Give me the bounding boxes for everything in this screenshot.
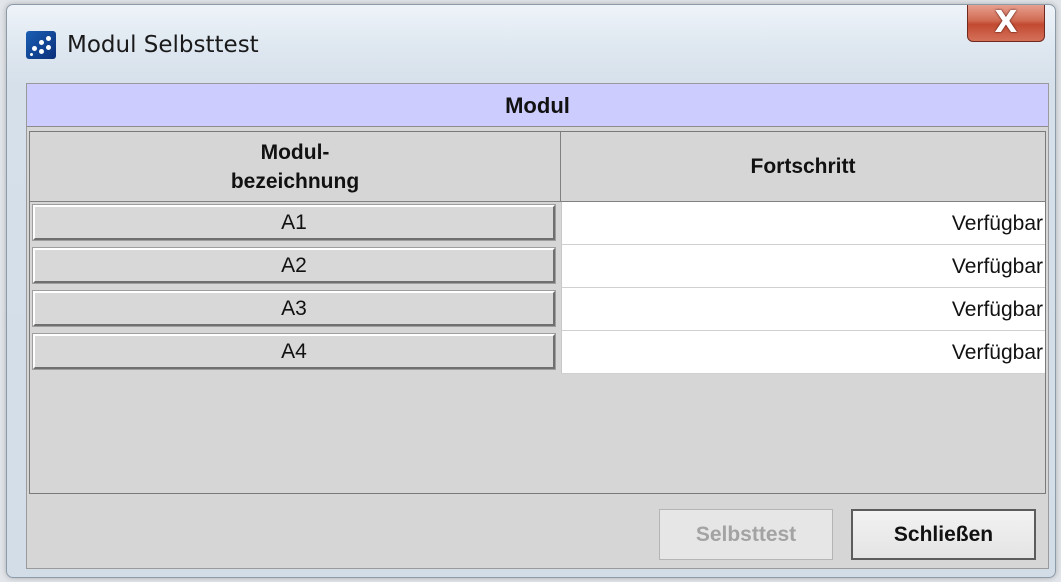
- progress-cell[interactable]: Verfügbar: [561, 202, 1045, 245]
- module-table: Modul- bezeichnung Fortschritt A1 Verfüg…: [29, 131, 1046, 494]
- close-button[interactable]: Schließen: [851, 509, 1036, 560]
- module-name-cell[interactable]: A3: [33, 291, 555, 326]
- progress-cell[interactable]: Verfügbar: [561, 331, 1045, 374]
- window-title: Modul Selbsttest: [67, 32, 259, 58]
- app-dots-icon: [26, 31, 56, 59]
- module-name-cell[interactable]: A1: [33, 205, 555, 240]
- selftest-button[interactable]: Selbsttest: [659, 509, 833, 560]
- column-header-label: Fortschritt: [750, 155, 856, 178]
- group-header: Modul: [27, 84, 1048, 127]
- dialog-window: Modul Selbsttest X Modul Modul- bezeichn…: [6, 4, 1056, 578]
- progress-cell[interactable]: Verfügbar: [561, 245, 1045, 288]
- table-row[interactable]: A1 Verfügbar: [30, 202, 1045, 245]
- table-row[interactable]: A4 Verfügbar: [30, 331, 1045, 374]
- close-icon: X: [994, 5, 1018, 40]
- column-header-label: Modul- bezeichnung: [230, 140, 360, 193]
- table-row[interactable]: A3 Verfügbar: [30, 288, 1045, 331]
- dialog-content: Modul Modul- bezeichnung Fortschritt A1 …: [26, 83, 1049, 569]
- close-window-button[interactable]: X: [967, 5, 1045, 42]
- column-header-progress[interactable]: Fortschritt: [561, 132, 1045, 202]
- title-bar[interactable]: Modul Selbsttest X: [7, 5, 1055, 83]
- column-header-module-name[interactable]: Modul- bezeichnung: [30, 132, 561, 202]
- module-name-cell[interactable]: A2: [33, 248, 555, 283]
- table-row[interactable]: A2 Verfügbar: [30, 245, 1045, 288]
- progress-cell[interactable]: Verfügbar: [561, 288, 1045, 331]
- module-name-cell[interactable]: A4: [33, 334, 555, 369]
